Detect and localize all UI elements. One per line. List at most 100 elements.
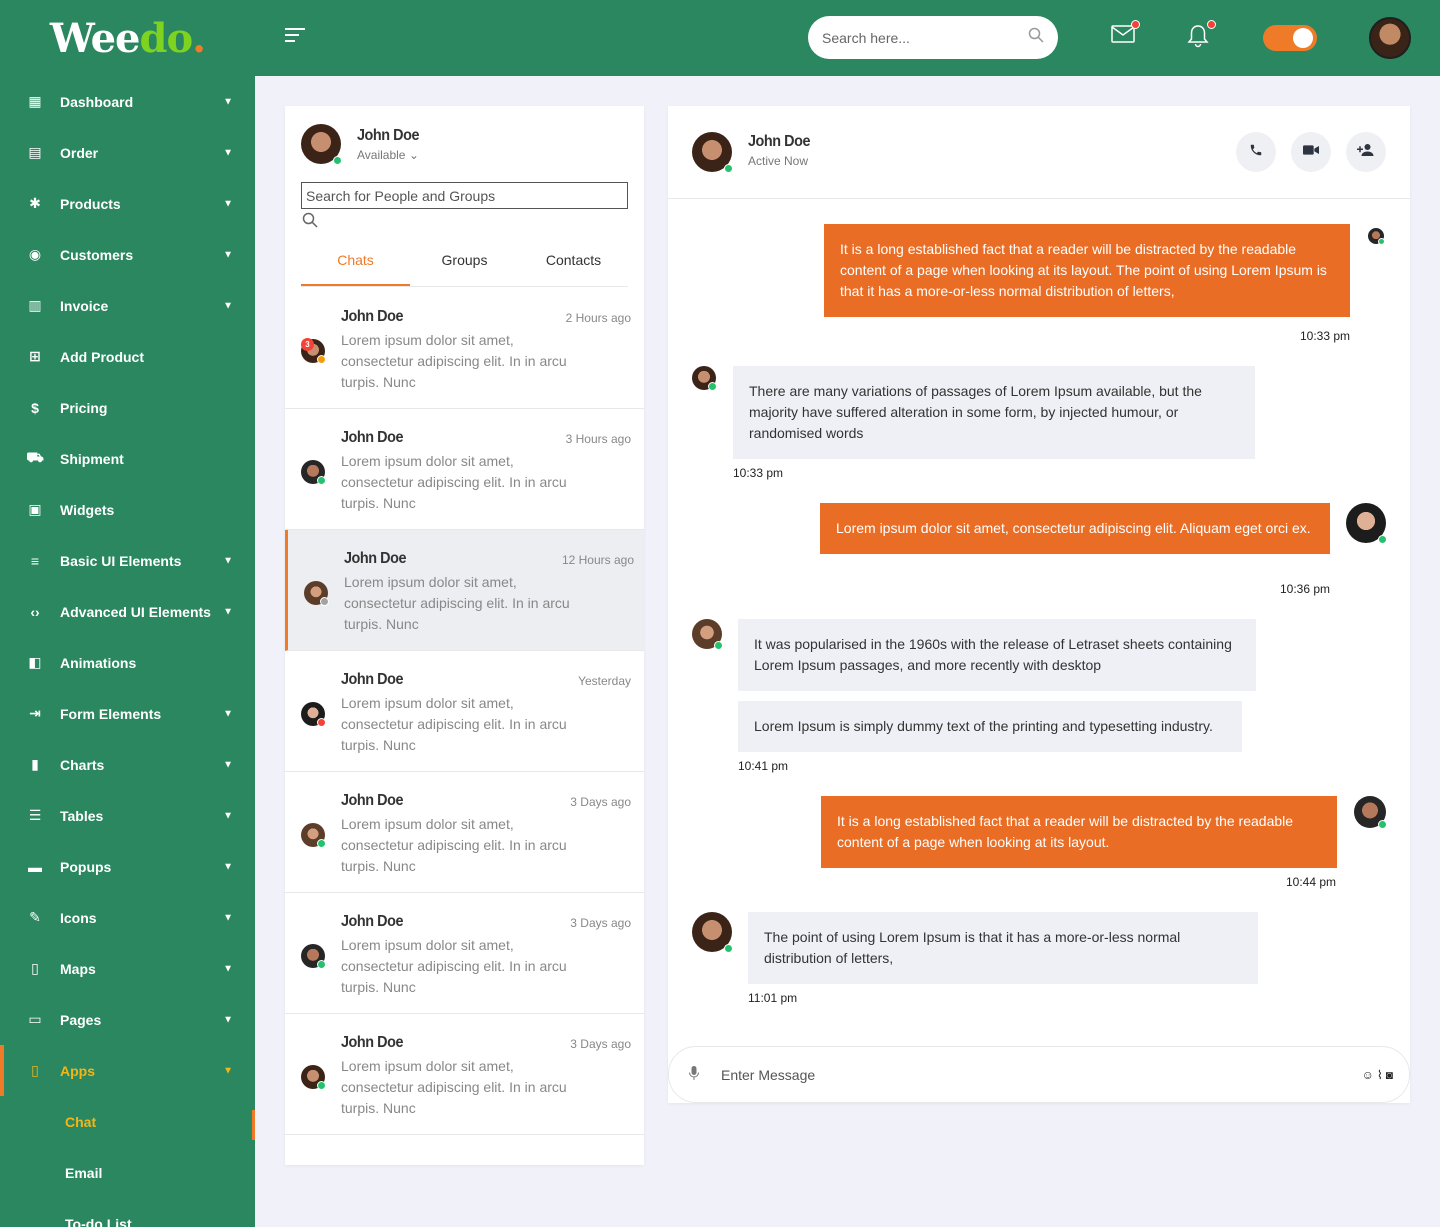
message-icon: ▬ <box>28 858 42 875</box>
people-search-input[interactable] <box>301 182 628 209</box>
my-avatar[interactable] <box>301 124 342 165</box>
sidebar-item-order[interactable]: ▤ Order ▼ <box>0 127 255 178</box>
top-search-input[interactable] <box>822 29 1028 46</box>
chevron-down-icon: ▼ <box>223 555 233 566</box>
sidebar-item-add-product[interactable]: ⊞ Add Product <box>0 331 255 382</box>
conversation-item[interactable]: John Doe Yesterday Lorem ipsum dolor sit a… <box>285 651 644 772</box>
sidebar: Wee do. ▦ Dashboard ▼ ▤ Order ▼ ✱ Products ▼ ◉ Cust… <box>0 0 255 1227</box>
mail-notification-dot <box>1131 20 1140 29</box>
sidebar-item-invoice[interactable]: ▥ Invoice ▼ <box>0 280 255 331</box>
sidebar-item-dashboard[interactable]: ▦ Dashboard ▼ <box>0 76 255 127</box>
add-user-button[interactable] <box>1346 132 1386 172</box>
sidebar-item-label: Dashboard <box>60 93 134 110</box>
conversation-avatar <box>301 1065 326 1090</box>
chevron-down-icon: ▼ <box>223 249 233 260</box>
conversation-time: 3 Days ago <box>570 1037 631 1051</box>
sidebar-item-label: Invoice <box>60 297 109 314</box>
tab-chats[interactable]: Chats <box>301 242 410 286</box>
user-avatar[interactable] <box>1369 17 1411 59</box>
message-bubble-incoming: Lorem Ipsum is simply dummy text of the … <box>738 701 1242 752</box>
video-icon <box>1303 143 1319 161</box>
conversation-name: John Doe <box>341 671 404 688</box>
availability-dropdown[interactable]: Available ⌄ <box>357 148 426 162</box>
sidebar-item-tables[interactable]: ☰ Tables ▼ <box>0 790 255 841</box>
phone-icon <box>1249 143 1263 162</box>
bell-icon[interactable] <box>1187 20 1216 50</box>
message-input[interactable] <box>721 1066 1362 1083</box>
chevron-down-icon: ▼ <box>223 861 233 872</box>
sidebar-item-label: Animations <box>60 654 137 671</box>
sliders-icon: ☰ <box>28 807 42 823</box>
logo-dot: . <box>192 14 206 62</box>
sidebar-subitem-to-do-list[interactable]: To-do List <box>0 1198 255 1227</box>
emoji-icon[interactable]: ☺ <box>1362 1068 1374 1082</box>
add-user-icon <box>1357 143 1375 162</box>
attachment-icon[interactable]: ⌇ <box>1377 1068 1383 1082</box>
sidebar-item-pages[interactable]: ▭ Pages ▼ <box>0 994 255 1045</box>
online-status-dot <box>708 382 717 391</box>
conversation-list: 3 John Doe 2 Hours ago Lorem ipsum dolor si… <box>285 288 644 1135</box>
conversation-item[interactable]: John Doe 3 Days ago Lorem ipsum dolor sit … <box>285 772 644 893</box>
conversation-item[interactable]: John Doe 3 Days ago Lorem ipsum dolor sit … <box>285 893 644 1014</box>
sender-avatar <box>692 366 717 391</box>
sidebar-item-shipment[interactable]: ⛟ Shipment <box>0 433 255 484</box>
microphone-icon[interactable] <box>689 1066 703 1083</box>
sidebar-item-animations[interactable]: ◧ Animations <box>0 637 255 688</box>
menu-toggle-icon[interactable] <box>285 28 305 44</box>
sender-avatar <box>1368 228 1385 245</box>
sidebar-item-form-elements[interactable]: ⇥ Form Elements ▼ <box>0 688 255 739</box>
contact-avatar[interactable] <box>692 132 733 173</box>
bell-notification-dot <box>1207 20 1216 29</box>
logo-text-part2: do <box>139 14 193 62</box>
sidebar-item-widgets[interactable]: ▣ Widgets <box>0 484 255 535</box>
conversation-item[interactable]: 3 John Doe 2 Hours ago Lorem ipsum dolor si… <box>285 288 644 409</box>
presence-status-dot <box>317 839 326 848</box>
message-time: 10:44 pm <box>1286 875 1337 889</box>
message-text: It is a long established fact that a rea… <box>840 241 1327 299</box>
sidebar-item-apps[interactable]: ▯ Apps ▼ <box>0 1045 255 1096</box>
sidebar-subitem-chat[interactable]: Chat <box>0 1096 255 1147</box>
conversation-item[interactable]: John Doe 3 Hours ago Lorem ipsum dolor sit… <box>285 409 644 530</box>
sidebar-subitem-email[interactable]: Email <box>0 1147 255 1198</box>
message-text: Lorem ipsum dolor sit amet, consectetur … <box>836 520 1311 536</box>
brand-logo[interactable]: Wee do. <box>0 0 255 76</box>
video-call-button[interactable] <box>1291 132 1331 172</box>
sidebar-item-products[interactable]: ✱ Products ▼ <box>0 178 255 229</box>
conversation-avatar <box>301 823 326 848</box>
sender-avatar <box>1346 503 1387 544</box>
search-icon[interactable] <box>1028 27 1044 48</box>
message-time: 10:33 pm <box>733 466 784 480</box>
sidebar-item-charts[interactable]: ▮ Charts ▼ <box>0 739 255 790</box>
tab-contacts[interactable]: Contacts <box>519 242 628 286</box>
sidebar-item-basic-ui-elements[interactable]: ≡ Basic UI Elements ▼ <box>0 535 255 586</box>
topbar <box>255 0 1440 76</box>
sidebar-item-pricing[interactable]: $ Pricing <box>0 382 255 433</box>
chevron-down-icon: ▼ <box>223 147 233 158</box>
top-search <box>808 16 1058 59</box>
mail-icon[interactable] <box>1111 20 1140 50</box>
theme-toggle[interactable] <box>1263 25 1317 51</box>
sidebar-item-customers[interactable]: ◉ Customers ▼ <box>0 229 255 280</box>
pen-icon: ✎ <box>29 909 41 925</box>
message-text: It was popularised in the 1960s with the… <box>754 636 1232 673</box>
conversation-item[interactable]: John Doe 12 Hours ago Lorem ipsum dolor si… <box>285 530 644 651</box>
sidebar-item-maps[interactable]: ▯ Maps ▼ <box>0 943 255 994</box>
presence-status-dot <box>317 718 326 727</box>
message-composer: ☺ ⌇ ◙ <box>668 1046 1410 1103</box>
message-text: The point of using Lorem Ipsum is that i… <box>764 929 1181 966</box>
sidebar-item-advanced-ui-elements[interactable]: ‹› Advanced UI Elements ▼ <box>0 586 255 637</box>
chevron-down-icon: ▼ <box>223 96 233 107</box>
sidebar-item-icons[interactable]: ✎ Icons ▼ <box>0 892 255 943</box>
camera-icon[interactable]: ◙ <box>1386 1068 1393 1082</box>
message-bubble-outgoing: It is a long established fact that a rea… <box>824 224 1350 317</box>
call-button[interactable] <box>1236 132 1276 172</box>
tab-groups[interactable]: Groups <box>410 242 519 286</box>
online-status-dot <box>1378 535 1387 544</box>
message-time: 11:01 pm <box>748 991 798 1005</box>
conversation-preview: Lorem ipsum dolor sit amet, consectetur … <box>341 937 567 995</box>
paint-roller-icon: ◧ <box>28 654 42 670</box>
sidebar-nav: ▦ Dashboard ▼ ▤ Order ▼ ✱ Products ▼ ◉ Customers ▼ ▥… <box>0 76 255 1227</box>
search-icon[interactable] <box>302 212 318 231</box>
conversation-item[interactable]: John Doe 3 Days ago Lorem ipsum dolor sit … <box>285 1014 644 1135</box>
sidebar-item-popups[interactable]: ▬ Popups ▼ <box>0 841 255 892</box>
